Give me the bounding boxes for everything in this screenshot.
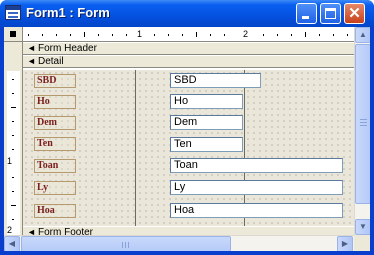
grip-line [360,125,367,126]
section-icon: ◄ [27,43,36,53]
form-icon-line [8,12,18,14]
form-design-client: 1 2 1 2 ◄ Form Header ◄ Detail SBD SBD H… [4,27,370,251]
ruler-label-v2: 2 [7,225,13,235]
label-toan[interactable]: Toan [34,159,76,173]
section-icon: ◄ [27,56,36,66]
form-icon[interactable] [5,5,21,20]
label-hoa[interactable]: Hoa [34,204,76,218]
chevron-up-icon: ▲ [359,30,367,39]
grip-line [128,242,129,248]
ruler-tick [56,34,57,36]
maximize-button[interactable] [320,3,341,24]
chevron-left-icon: ◀ [8,239,16,248]
form-selector-icon [10,31,16,37]
ruler-label-2: 2 [243,29,249,39]
window-title: Form1 : Form [26,5,110,20]
ruler-tick [224,34,225,36]
horizontal-scroll-thumb[interactable] [21,236,231,251]
ruler-tick [182,34,183,36]
detail-section-grid[interactable]: SBD SBD Ho Ho Dem Dem Ten Ten Toan Toan … [23,70,354,226]
scroll-down-button[interactable]: ▼ [355,219,370,235]
textbox-ly[interactable]: Ly [170,180,343,195]
ruler-tick [112,34,113,36]
form-icon-bar [6,6,20,10]
scroll-left-button[interactable]: ◀ [4,236,20,251]
chevron-right-icon: ▶ [341,239,349,248]
section-icon: ◄ [27,227,36,235]
ruler-tick [305,32,306,37]
ruler-tick [126,34,127,36]
ruler-tick [84,32,85,37]
ruler-tick [347,34,348,36]
vertical-ruler-track: 1 2 [7,71,20,235]
form-footer-label: Form Footer [38,227,94,235]
ruler-tick [12,219,14,220]
close-button[interactable]: ✕ [344,3,365,24]
horizontal-ruler[interactable]: 1 2 [23,27,354,42]
ruler-tick [277,34,278,36]
label-ho[interactable]: Ho [34,95,76,109]
label-sbd[interactable]: SBD [34,74,76,88]
grid-inch-line [135,70,136,226]
form-design-canvas[interactable]: ◄ Form Header ◄ Detail SBD SBD Ho Ho Dem… [23,42,354,235]
form-icon-line [8,16,18,18]
vertical-ruler[interactable]: 1 2 [4,42,23,235]
form-selector[interactable] [4,27,23,42]
minimize-button[interactable] [296,3,317,24]
grip-line [360,122,367,123]
form-header-label: Form Header [38,43,97,54]
grip-line [360,119,367,120]
form-header-bar[interactable]: ◄ Form Header [23,42,354,55]
ruler-tick [70,34,71,36]
ruler-tick [154,34,155,36]
title-bar[interactable]: Form1 : Form ✕ [0,0,374,27]
ruler-tick [12,121,14,122]
ruler-tick [28,34,29,36]
label-ten[interactable]: Ten [34,137,76,151]
ruler-tick [210,34,211,36]
scroll-up-button[interactable]: ▲ [355,27,370,43]
ruler-tick [12,149,14,150]
label-ly[interactable]: Ly [34,181,76,195]
chevron-down-icon: ▼ [359,222,367,231]
maximize-icon [325,8,336,19]
textbox-hoa[interactable]: Hoa [170,203,343,218]
ruler-label-1: 1 [137,29,143,39]
ruler-tick [12,79,14,80]
textbox-sbd[interactable]: SBD [170,73,261,88]
vertical-scrollbar[interactable]: ▲ ▼ [354,27,370,235]
ruler-tick [11,107,16,108]
textbox-ten[interactable]: Ten [170,137,243,152]
ruler-tick [12,191,14,192]
minimize-icon [302,16,309,19]
grip-line [122,242,123,248]
form-footer-bar[interactable]: ◄ Form Footer [23,226,354,235]
label-dem[interactable]: Dem [34,116,76,130]
textbox-toan[interactable]: Toan [170,158,343,173]
ruler-tick [263,34,264,36]
ruler-tick [12,135,14,136]
close-icon: ✕ [348,5,361,22]
detail-section-bar[interactable]: ◄ Detail [23,55,354,68]
horizontal-scrollbar[interactable]: ◀ ▶ [4,235,354,251]
textbox-ho[interactable]: Ho [170,94,243,109]
ruler-tick [12,93,14,94]
scroll-right-button[interactable]: ▶ [337,236,353,251]
ruler-tick [319,34,320,36]
ruler-tick [12,177,14,178]
ruler-tick [168,34,169,36]
ruler-tick [42,34,43,36]
vertical-scroll-thumb[interactable] [355,44,370,204]
ruler-tick [196,32,197,37]
ruler-tick [11,205,16,206]
scrollbar-corner [354,235,370,251]
textbox-dem[interactable]: Dem [170,115,243,130]
grip-line [125,242,126,248]
ruler-tick [98,34,99,36]
detail-label: Detail [38,56,64,67]
ruler-label-v1: 1 [7,156,13,166]
ruler-tick [291,34,292,36]
ruler-tick [333,34,334,36]
form-design-window: Form1 : Form ✕ 1 2 1 2 ◄ Form Header ◄ D… [0,0,374,255]
